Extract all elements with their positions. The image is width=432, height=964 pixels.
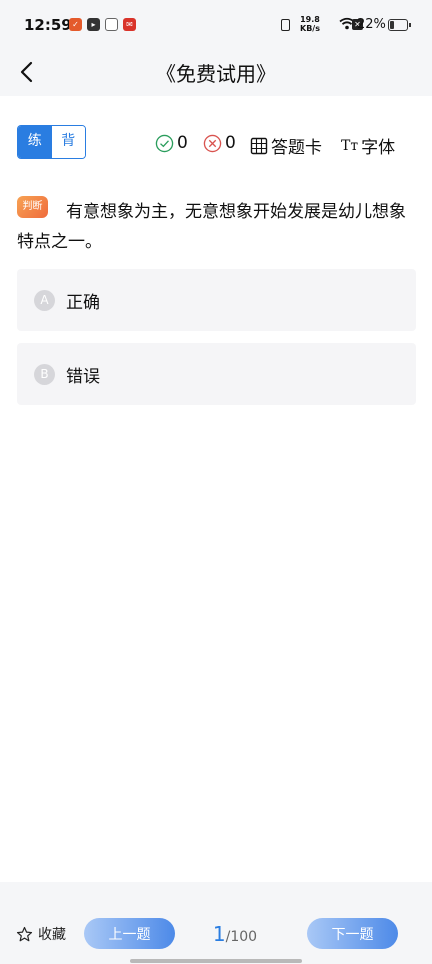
network-speed: 19.8 KB/s [300, 15, 320, 33]
star-icon [16, 926, 33, 941]
option-text: 错误 [66, 367, 100, 387]
wrong-count-value: 0 [225, 133, 236, 153]
status-time: 12:59 [24, 16, 72, 34]
mode-practice-tab[interactable]: 练 [18, 126, 52, 158]
status-bar: 12:59 ✓ ▸ ✉ 19.8 KB/s ✕ 22% [0, 0, 432, 50]
notification-news-icon: ✉ [123, 18, 136, 31]
prev-question-button[interactable]: 上一题 [84, 918, 175, 949]
favorite-button[interactable]: 收藏 [16, 924, 66, 944]
home-indicator[interactable] [130, 959, 302, 963]
font-button[interactable]: Tт 字体 [341, 133, 396, 159]
battery-icon [388, 19, 411, 31]
answer-card-button[interactable]: 答题卡 [250, 133, 322, 158]
correct-count: 0 [155, 133, 188, 153]
bottom-bar: 收藏 上一题 1/100 下一题 [0, 882, 432, 964]
notification-play-icon: ▸ [87, 18, 100, 31]
mode-recite-tab[interactable]: 背 [51, 126, 85, 158]
battery-percent: 22% [357, 17, 386, 32]
font-size-icon: Tт [341, 137, 359, 154]
x-circle-icon [203, 134, 222, 152]
option-a[interactable]: A 正确 [17, 269, 416, 331]
answer-card-label: 答题卡 [271, 138, 322, 158]
mode-toggle: 练 背 [17, 125, 86, 159]
total-questions: /100 [225, 929, 258, 945]
correct-count-value: 0 [177, 133, 188, 153]
check-circle-icon [155, 134, 174, 152]
next-question-button[interactable]: 下一题 [307, 918, 398, 949]
option-letter: B [34, 364, 55, 385]
header: 《免费试用》 [0, 50, 432, 96]
option-letter: A [34, 290, 55, 311]
current-question: 1 [212, 922, 226, 946]
question-text: 有意想象为主，无意想象开始发展是幼儿想象特点之一。 [17, 202, 406, 252]
vibrate-icon [281, 19, 290, 31]
battery-fill [390, 21, 394, 29]
notification-app-icon: ✓ [69, 18, 82, 31]
wrong-count: 0 [203, 133, 236, 153]
page-indicator: 1/100 [200, 922, 270, 946]
option-text: 正确 [66, 293, 100, 313]
font-label: 字体 [361, 138, 396, 158]
network-speed-unit: KB/s [300, 24, 320, 33]
favorite-label: 收藏 [38, 927, 66, 943]
option-b[interactable]: B 错误 [17, 343, 416, 405]
grid-icon [250, 137, 268, 154]
network-speed-value: 19.8 [300, 15, 320, 24]
page-title: 《免费试用》 [156, 62, 276, 86]
battery-nub [409, 23, 411, 27]
notification-link-icon [105, 18, 118, 31]
